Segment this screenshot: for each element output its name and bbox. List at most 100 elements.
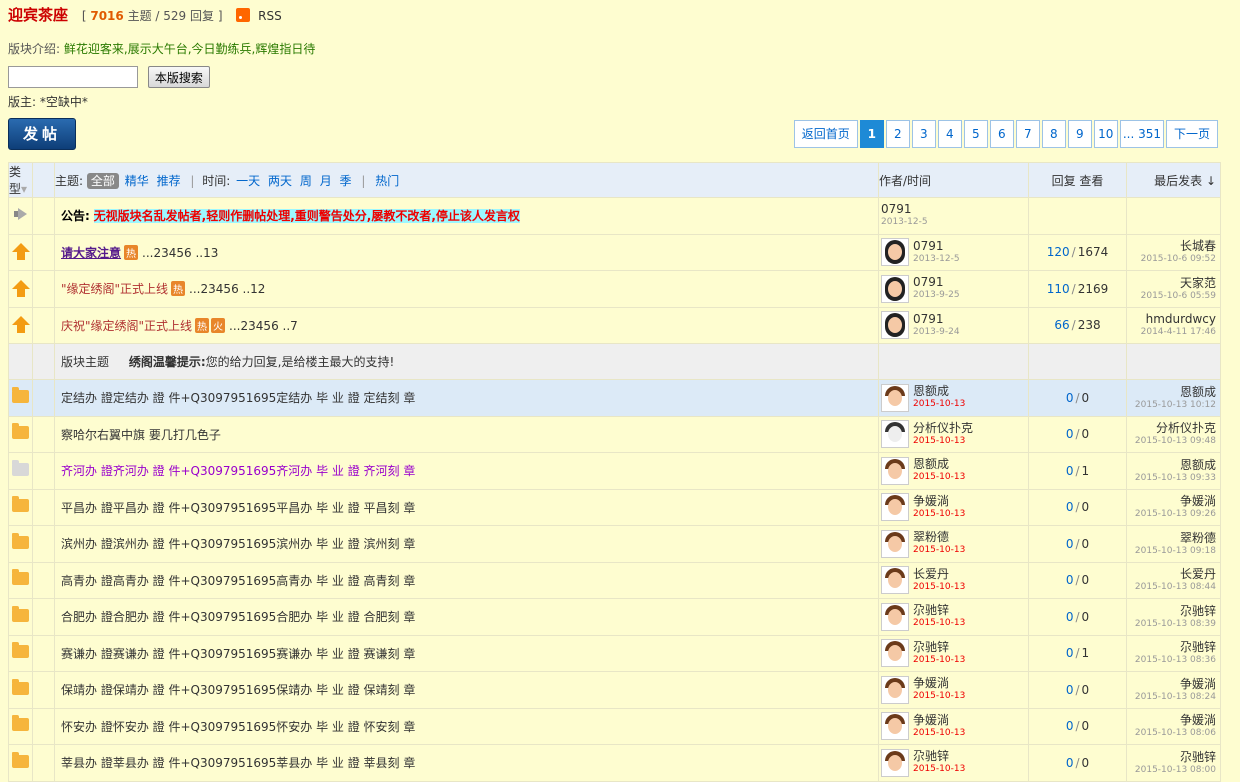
last-post-author[interactable]: hmdurdwcy: [1127, 312, 1216, 326]
pager-page-6[interactable]: 6: [989, 120, 1014, 148]
pager-page-3[interactable]: 3: [911, 120, 936, 148]
last-post-date[interactable]: 2015-10-6 05:59: [1127, 290, 1216, 302]
author-name[interactable]: 争媛淌: [913, 713, 965, 727]
type-filter[interactable]: 类型▾: [8, 162, 33, 198]
last-post-author[interactable]: 天家范: [1127, 276, 1216, 290]
thread-page-link[interactable]: ...: [229, 319, 240, 333]
thread-page-link[interactable]: 3: [161, 246, 169, 260]
thread-title-link[interactable]: 合肥办 證合肥办 證 件+Q3097951695合肥办 毕 业 證 合肥刻 章: [61, 610, 415, 624]
thread-title-link[interactable]: 高青办 證高青办 證 件+Q3097951695高青办 毕 业 證 高青刻 章: [61, 574, 415, 588]
thread-page-link[interactable]: ...: [142, 246, 153, 260]
reply-count[interactable]: 0: [1066, 719, 1074, 733]
thread-title-link[interactable]: 保靖办 證保靖办 證 件+Q3097951695保靖办 毕 业 證 保靖刻 章: [61, 683, 415, 697]
last-post-date[interactable]: 2014-4-11 17:46: [1127, 326, 1216, 338]
last-post-author[interactable]: 翠粉德: [1127, 531, 1216, 545]
avatar[interactable]: [881, 383, 909, 412]
last-post-date[interactable]: 2015-10-13 08:00: [1127, 764, 1216, 776]
pager-page-1[interactable]: 1: [859, 120, 884, 148]
thread-title-link[interactable]: "缘定绣阁"正式上线: [61, 282, 168, 296]
rss-icon[interactable]: [236, 8, 251, 22]
filter-month[interactable]: 月: [320, 174, 332, 188]
author-name[interactable]: 尕驰锌: [913, 604, 965, 617]
last-post-date[interactable]: 2015-10-13 09:26: [1127, 508, 1216, 520]
reply-count[interactable]: 0: [1066, 500, 1074, 514]
author-name[interactable]: 长爱丹: [913, 567, 965, 581]
thread-page-link[interactable]: ...: [189, 282, 200, 296]
thread-page-link[interactable]: 6 ..: [184, 246, 203, 260]
search-button[interactable]: 本版搜索: [147, 66, 210, 88]
last-post-header[interactable]: 最后发表 ↓: [1126, 162, 1221, 198]
last-post-date[interactable]: 2015-10-13 08:24: [1127, 691, 1216, 703]
pager-page-7[interactable]: 7: [1015, 120, 1040, 148]
search-input[interactable]: [8, 66, 138, 88]
last-post-date[interactable]: 2015-10-13 09:33: [1127, 472, 1216, 484]
avatar[interactable]: [881, 602, 909, 631]
thread-page-link[interactable]: 6 ..: [231, 282, 250, 296]
last-post-author[interactable]: 争媛淌: [1127, 494, 1216, 508]
reply-count[interactable]: 0: [1066, 646, 1074, 660]
thread-title-link[interactable]: 莘县办 證莘县办 證 件+Q3097951695莘县办 毕 业 證 莘县刻 章: [61, 756, 415, 770]
last-post-author[interactable]: 分析仪扑克: [1127, 421, 1216, 435]
last-post-date[interactable]: 2015-10-6 09:52: [1127, 253, 1216, 265]
thread-title-link[interactable]: 定结办 證定结办 證 件+Q3097951695定结办 毕 业 證 定结刻 章: [61, 391, 415, 405]
avatar[interactable]: [881, 456, 909, 485]
filter-two-days[interactable]: 两天: [268, 174, 292, 188]
avatar[interactable]: [881, 238, 909, 267]
reply-count[interactable]: 0: [1066, 427, 1074, 441]
filter-season[interactable]: 季: [340, 174, 352, 188]
thread-page-link[interactable]: 3: [208, 282, 216, 296]
pager-page-4[interactable]: 4: [937, 120, 962, 148]
author-column-header[interactable]: 作者/时间: [878, 162, 1029, 198]
pager-page-2[interactable]: 2: [885, 120, 910, 148]
author-name[interactable]: 争媛淌: [913, 677, 965, 690]
reply-count[interactable]: 0: [1066, 573, 1074, 587]
last-post-label[interactable]: 最后发表: [1154, 174, 1202, 188]
avatar[interactable]: [881, 748, 909, 777]
reply-count[interactable]: 66: [1054, 318, 1069, 332]
reply-count[interactable]: 0: [1066, 391, 1074, 405]
pager-page-5[interactable]: 5: [963, 120, 988, 148]
avatar[interactable]: [881, 566, 909, 595]
type-label[interactable]: 类型: [9, 165, 21, 196]
filter-digest[interactable]: 精华: [125, 174, 149, 188]
reply-count[interactable]: 0: [1066, 683, 1074, 697]
new-post-button[interactable]: 发帖: [8, 118, 76, 150]
avatar[interactable]: [881, 493, 909, 522]
last-post-author[interactable]: 尕驰锌: [1127, 640, 1216, 654]
last-post-author[interactable]: 尕驰锌: [1127, 750, 1216, 764]
thread-page-link[interactable]: 5: [263, 319, 271, 333]
last-post-date[interactable]: 2015-10-13 08:36: [1127, 654, 1216, 666]
author-name[interactable]: 分析仪扑克: [913, 421, 973, 435]
avatar[interactable]: [881, 420, 909, 449]
author-name[interactable]: 尕驰锌: [913, 640, 965, 654]
author-name[interactable]: 0791: [913, 276, 960, 289]
thread-page-link[interactable]: 5: [223, 282, 231, 296]
last-post-author[interactable]: 长城春: [1127, 239, 1216, 253]
reply-count[interactable]: 0: [1066, 537, 1074, 551]
last-post-date[interactable]: 2015-10-13 08:39: [1127, 618, 1216, 630]
last-post-author[interactable]: 尕驰锌: [1127, 604, 1216, 618]
thread-title-link[interactable]: 怀安办 證怀安办 證 件+Q3097951695怀安办 毕 业 證 怀安刻 章: [61, 720, 415, 734]
last-post-author[interactable]: 争媛淌: [1127, 677, 1216, 691]
thread-title-link[interactable]: 庆祝"缘定绣阁"正式上线: [61, 319, 192, 333]
announcement-author[interactable]: 0791: [881, 203, 1028, 216]
filter-recommend[interactable]: 推荐: [157, 174, 181, 188]
avatar[interactable]: [881, 311, 909, 340]
author-name[interactable]: 0791: [913, 312, 960, 326]
pager-page-9[interactable]: 9: [1067, 120, 1092, 148]
filter-all[interactable]: 全部: [86, 172, 119, 189]
last-post-date[interactable]: 2015-10-13 10:12: [1127, 399, 1216, 411]
last-post-author[interactable]: 长爱丹: [1127, 567, 1216, 581]
thread-title-link[interactable]: 请大家注意: [61, 246, 121, 260]
thread-title-link[interactable]: 滨州办 證滨州办 證 件+Q3097951695滨州办 毕 业 證 滨州刻 章: [61, 537, 415, 551]
reply-view-header[interactable]: 回复 查看: [1028, 162, 1127, 198]
reply-count[interactable]: 120: [1047, 245, 1070, 259]
thread-page-link[interactable]: 7: [290, 319, 298, 333]
thread-title-link[interactable]: 齐河办 證齐河办 證 件+Q3097951695齐河办 毕 业 證 齐河刻 章: [61, 464, 415, 478]
last-post-date[interactable]: 2015-10-13 09:18: [1127, 545, 1216, 557]
author-name[interactable]: 尕驰锌: [913, 750, 965, 763]
thread-page-link[interactable]: 6 ..: [271, 319, 290, 333]
reply-count[interactable]: 0: [1066, 610, 1074, 624]
thread-page-link[interactable]: 2: [153, 246, 161, 260]
last-post-author[interactable]: 恩额成: [1127, 385, 1216, 399]
